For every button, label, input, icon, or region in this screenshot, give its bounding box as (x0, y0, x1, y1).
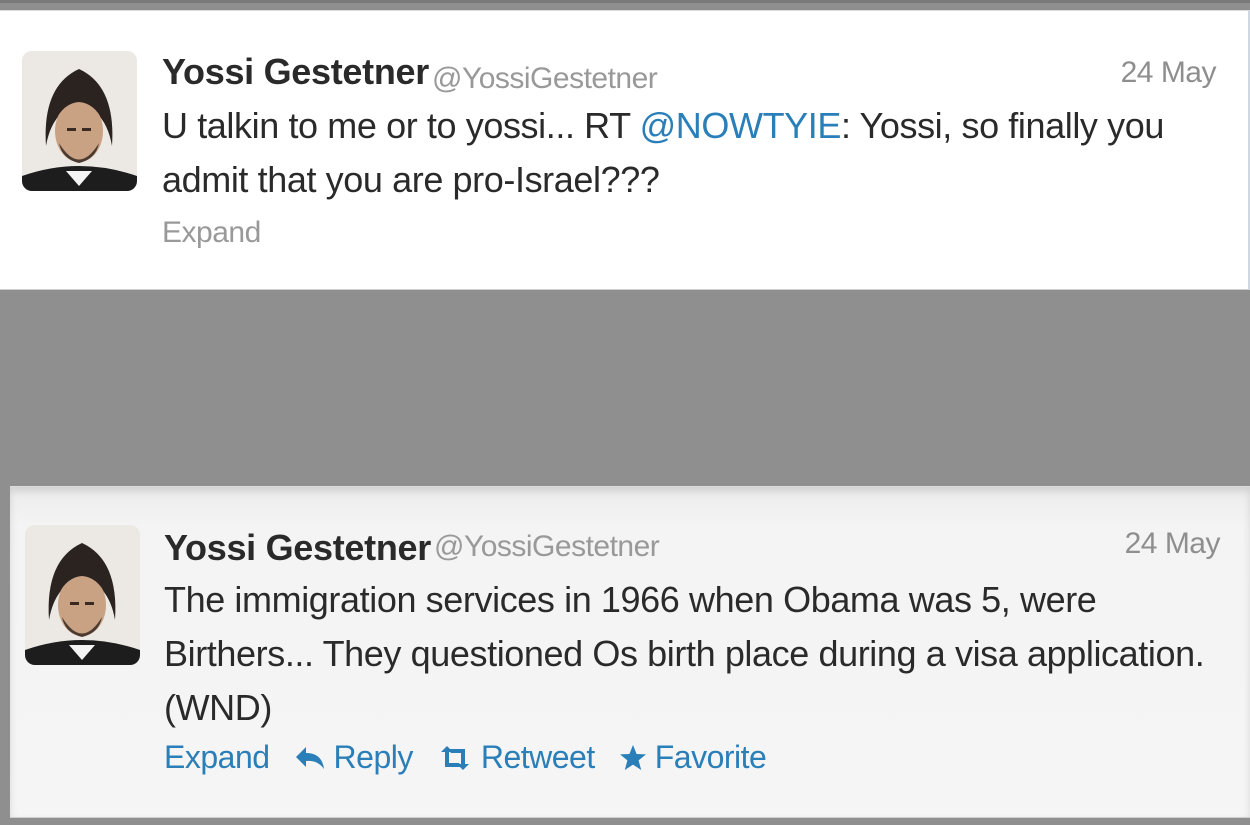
expand-link[interactable]: Expand (162, 216, 261, 250)
expand-label: Expand (164, 739, 270, 775)
tweet-text: U talkin to me or to yossi... RT @NOWTYI… (162, 99, 1202, 207)
favorite-button[interactable]: Favorite (619, 739, 767, 776)
expand-link[interactable]: Expand (164, 739, 270, 776)
retweet-label: Retweet (480, 739, 595, 775)
tweet-item[interactable]: Yossi Gestetner @YossiGestetner 24 May U… (0, 10, 1250, 290)
tweet-text: The immigration services in 1966 when Ob… (164, 579, 1205, 728)
star-icon (619, 744, 646, 770)
avatar[interactable] (25, 525, 140, 665)
avatar[interactable] (22, 51, 137, 191)
tweet-item[interactable]: Yossi Gestetner @YossiGestetner 24 May T… (10, 486, 1250, 818)
author-handle[interactable]: @YossiGestetner (432, 62, 658, 96)
reply-button[interactable]: Reply (294, 739, 413, 776)
author-name[interactable]: Yossi Gestetner (162, 51, 429, 93)
reply-icon (295, 746, 324, 769)
top-divider (0, 0, 1250, 3)
tweet-timestamp[interactable]: 24 May (1121, 56, 1217, 90)
retweet-icon (440, 745, 469, 770)
tweet-actions: Expand Reply Retweet Favorite (164, 739, 790, 776)
author-name[interactable]: Yossi Gestetner (164, 527, 431, 569)
tweet-text-part: U talkin to me or to yossi... RT (162, 105, 640, 146)
mention-link[interactable]: @NOWTYIE (640, 105, 842, 146)
retweet-button[interactable]: Retweet (437, 739, 595, 776)
favorite-label: Favorite (654, 739, 767, 775)
reply-label: Reply (333, 739, 414, 775)
author-handle[interactable]: @YossiGestetner (434, 530, 660, 564)
tweet-timestamp[interactable]: 24 May (1125, 527, 1221, 561)
